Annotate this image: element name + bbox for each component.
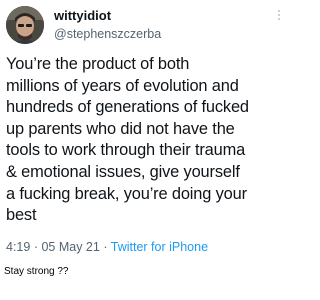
tweet-date[interactable]: 05 May 21: [41, 240, 99, 254]
profile-photo-icon: [6, 6, 44, 44]
tweet-card: wittyidiot @stephenszczerba You’re the p…: [0, 0, 291, 258]
post-caption: Stay strong ??: [4, 266, 69, 277]
vertical-ellipsis-icon[interactable]: [275, 8, 283, 24]
tweet-meta: 4:19 · 05 May 21 · Twitter for iPhone: [6, 239, 208, 255]
tweet-source-link[interactable]: Twitter for iPhone: [111, 240, 208, 254]
user-handle[interactable]: @stephenszczerba: [54, 26, 161, 42]
display-name[interactable]: wittyidiot: [54, 8, 111, 24]
avatar[interactable]: [6, 6, 44, 44]
tweet-text: You’re the product of both millions of y…: [6, 55, 249, 225]
meta-separator: ·: [103, 240, 111, 254]
tweet-time[interactable]: 4:19: [6, 240, 30, 254]
